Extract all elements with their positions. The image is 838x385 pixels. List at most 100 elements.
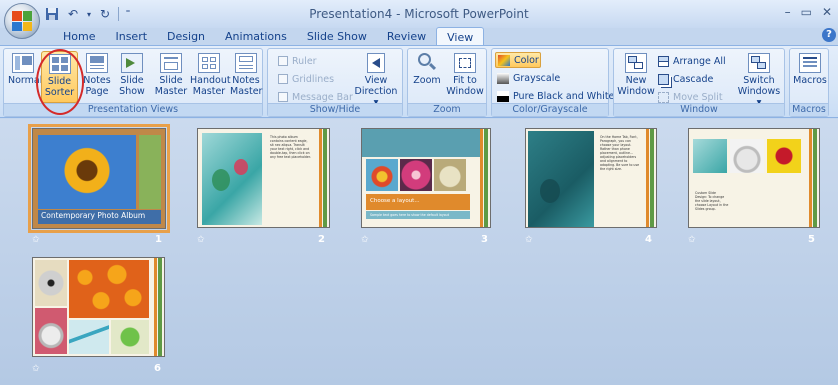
slide-3-sub: Sample text goes here to show the defaul…	[370, 213, 449, 217]
close-icon[interactable]: ✕	[822, 5, 832, 19]
notes-page-button[interactable]: Notes Page	[81, 51, 113, 103]
group-zoom: Zoom Fit to Window Zoom	[407, 48, 487, 117]
tab-slide-show[interactable]: Slide Show	[297, 27, 377, 46]
minimize-icon[interactable]: –	[785, 5, 791, 19]
color-button[interactable]: Color	[495, 52, 541, 68]
slide-number-6: 6	[154, 363, 161, 374]
accent-stripe	[154, 258, 157, 356]
restore-icon[interactable]: ▭	[801, 5, 812, 19]
slide-master-button[interactable]: Slide Master	[154, 51, 188, 103]
color-grayscale-label: Color/Grayscale	[492, 103, 608, 116]
ribbon-tabs: Home Insert Design Animations Slide Show…	[44, 27, 485, 46]
notes-master-label-2: Master	[230, 86, 263, 97]
fit-to-window-label-1: Fit to	[453, 75, 477, 86]
accent-stripe	[646, 129, 649, 227]
flasks-image	[693, 139, 727, 173]
ruler-check-icon	[278, 56, 288, 66]
black-white-swatch-icon	[497, 90, 509, 102]
cascade-button[interactable]: Cascade	[658, 71, 713, 87]
tab-review[interactable]: Review	[377, 27, 436, 46]
notes-page-label-1: Notes	[83, 75, 111, 86]
glassware-image	[202, 133, 262, 225]
slide-number-2: 2	[318, 234, 325, 245]
help-icon[interactable]: ?	[822, 28, 836, 42]
handout-master-button[interactable]: Handout Master	[190, 51, 231, 103]
tab-design[interactable]: Design	[157, 27, 215, 46]
macros-group-label: Macros	[790, 103, 828, 116]
transition-star-icon[interactable]: ✩	[32, 364, 40, 374]
arrange-all-button[interactable]: Arrange All	[658, 53, 726, 69]
slide-sorter-label-1: Slide	[47, 76, 72, 87]
tab-animations[interactable]: Animations	[215, 27, 297, 46]
switch-windows-button[interactable]: Switch Windows ▾	[736, 51, 782, 108]
show-hide-label: Show/Hide	[268, 103, 402, 116]
message-bar-check-icon	[278, 92, 288, 102]
cascade-icon	[658, 73, 669, 85]
slide-thumbnail-6[interactable]	[32, 257, 165, 357]
tab-insert[interactable]: Insert	[105, 27, 157, 46]
macros-button[interactable]: Macros	[792, 51, 828, 103]
slide-thumbnail-2[interactable]: This photo album contains content eagle,…	[197, 128, 330, 228]
grayscale-button[interactable]: Grayscale	[497, 70, 560, 86]
window-controls: – ▭ ✕	[785, 5, 832, 19]
slide-show-button[interactable]: Slide Show	[116, 51, 148, 103]
transition-star-icon[interactable]: ✩	[361, 235, 369, 245]
mortar-image-2	[35, 308, 67, 354]
transition-star-icon[interactable]: ✩	[525, 235, 533, 245]
arrange-all-icon	[658, 55, 669, 67]
new-window-label-2: Window	[617, 86, 655, 97]
gridlines-label: Gridlines	[292, 73, 335, 85]
slide-number-5: 5	[808, 234, 815, 245]
tab-view[interactable]: View	[436, 27, 485, 46]
macros-label: Macros	[793, 75, 827, 86]
notes-master-icon	[235, 53, 257, 73]
office-logo-icon	[12, 11, 32, 31]
group-color-grayscale: Color Grayscale Pure Black and White Col…	[491, 48, 614, 117]
view-direction-button[interactable]: View Direction ▾	[352, 51, 400, 108]
group-presentation-views: Normal Slide Sorter Notes Page Slide Sho…	[3, 48, 263, 117]
slide-thumbnail-5[interactable]: Custom Slide Design: To change the slide…	[688, 128, 820, 228]
new-window-button[interactable]: New Window	[617, 51, 655, 103]
slide-5-body: Custom Slide Design: To change the slide…	[695, 191, 729, 211]
title-bar: ↶ ▾ ↻ ⁼ Presentation4 - Microsoft PowerP…	[0, 0, 838, 28]
normal-view-button[interactable]: Normal	[8, 51, 42, 103]
slide-number-1: 1	[155, 234, 162, 245]
green-dish-image	[111, 320, 149, 354]
slide-3-caption: Choose a layout...	[370, 198, 420, 204]
tab-home[interactable]: Home	[53, 27, 105, 46]
new-window-label-1: New	[625, 75, 647, 86]
slide-1-caption: Contemporary Photo Album	[41, 211, 146, 220]
slide-number-4: 4	[645, 234, 652, 245]
transition-star-icon[interactable]: ✩	[32, 235, 40, 245]
ruler-checkbox[interactable]: Ruler	[278, 53, 317, 69]
view-direction-label-1: View	[364, 75, 388, 86]
handout-master-icon	[198, 53, 220, 73]
notes-master-label-1: Notes	[232, 75, 260, 86]
accent-stripe	[323, 129, 327, 227]
notes-master-button[interactable]: Notes Master	[230, 51, 262, 103]
slide-thumbnail-3[interactable]: Choose a layout... Sample text goes here…	[361, 128, 491, 228]
transition-star-icon[interactable]: ✩	[197, 235, 205, 245]
slide-thumbnail-4[interactable]: On the Home Tab, Font, Paragraph, you ca…	[525, 128, 657, 228]
slide-thumbnail-1[interactable]: Contemporary Photo Album	[28, 124, 170, 233]
slide-sorter-button[interactable]: Slide Sorter	[41, 51, 78, 103]
cascade-label: Cascade	[673, 73, 714, 85]
teal-glassware-image	[528, 131, 594, 227]
pure-black-white-button[interactable]: Pure Black and White	[497, 88, 614, 104]
black-white-label: Pure Black and White	[513, 90, 615, 102]
gridlines-check-icon	[278, 74, 288, 84]
zoom-button[interactable]: Zoom	[412, 51, 442, 103]
color-swatch-icon	[498, 54, 510, 66]
fit-to-window-icon	[454, 53, 476, 73]
ruler-label: Ruler	[292, 55, 317, 67]
group-window: New Window Arrange All Cascade Move Spli…	[613, 48, 785, 117]
macros-icon	[799, 53, 821, 73]
slide-sorter-area[interactable]: Contemporary Photo Album ✩ 1 This photo …	[0, 119, 838, 385]
fit-to-window-button[interactable]: Fit to Window	[446, 51, 484, 103]
transition-star-icon[interactable]: ✩	[688, 235, 696, 245]
office-button[interactable]	[4, 3, 40, 39]
notes-page-icon	[86, 53, 108, 73]
arrange-all-label: Arrange All	[673, 55, 726, 67]
gridlines-checkbox[interactable]: Gridlines	[278, 71, 334, 87]
slide-4-body: On the Home Tab, Font, Paragraph, you ca…	[600, 135, 640, 171]
